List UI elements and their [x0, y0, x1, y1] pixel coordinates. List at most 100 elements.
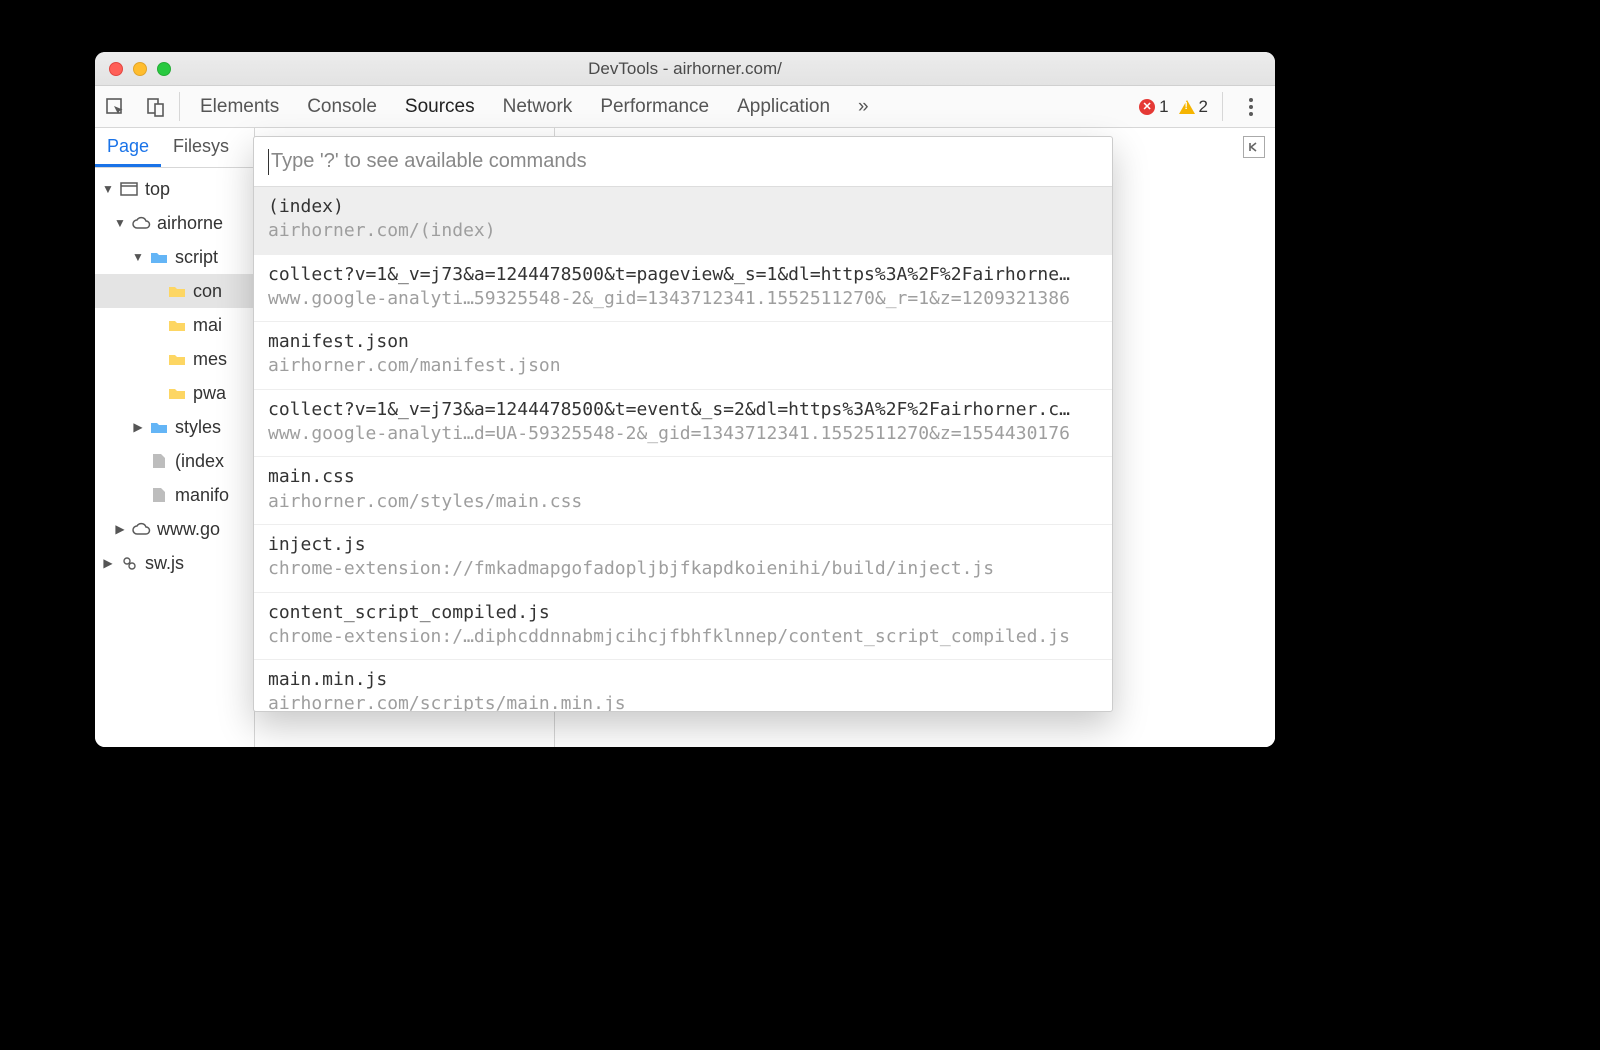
- subtab-page[interactable]: Page: [95, 128, 161, 167]
- tab-elements[interactable]: Elements: [200, 86, 279, 127]
- window-title: DevTools - airhorner.com/: [95, 59, 1275, 79]
- result-sub: www.google-analyti…59325548-2&_gid=13437…: [268, 287, 1098, 311]
- chevron-down-icon: ▼: [131, 250, 145, 264]
- tree-label: pwa: [193, 383, 226, 404]
- tree-label: con: [193, 281, 222, 302]
- cloud-icon: [131, 522, 151, 536]
- tree-manifest[interactable]: manifo: [95, 478, 254, 512]
- file-icon: [149, 453, 169, 469]
- result-title: manifest.json: [268, 330, 1098, 354]
- tree-file[interactable]: con: [95, 274, 254, 308]
- cloud-icon: [131, 216, 151, 230]
- tree-label: manifo: [175, 485, 229, 506]
- tabs-overflow[interactable]: »: [858, 86, 869, 127]
- command-placeholder: Type '?' to see available commands: [271, 150, 587, 173]
- chevron-right-icon: ▶: [113, 522, 127, 536]
- collapse-panel-icon[interactable]: [1243, 136, 1265, 158]
- tab-performance[interactable]: Performance: [600, 86, 709, 127]
- status-badges: ✕ 1 2: [1139, 86, 1275, 127]
- tab-console[interactable]: Console: [307, 86, 377, 127]
- inspect-icon[interactable]: [95, 86, 135, 127]
- traffic-lights: [95, 62, 171, 76]
- command-input[interactable]: Type '?' to see available commands: [254, 137, 1112, 187]
- close-icon[interactable]: [109, 62, 123, 76]
- chevron-right-icon: ▶: [131, 420, 145, 434]
- list-item[interactable]: content_script_compiled.js chrome-extens…: [254, 593, 1112, 661]
- subtab-filesystem[interactable]: Filesys: [161, 128, 241, 167]
- tree-file[interactable]: pwa: [95, 376, 254, 410]
- error-badge[interactable]: ✕ 1: [1139, 97, 1168, 117]
- error-count: 1: [1159, 97, 1168, 117]
- list-item[interactable]: manifest.json airhorner.com/manifest.jso…: [254, 322, 1112, 390]
- tree-label: styles: [175, 417, 221, 438]
- command-results: (index) airhorner.com/(index) collect?v=…: [254, 187, 1112, 711]
- file-tree[interactable]: ▼ top ▼ airhorne ▼ script con: [95, 168, 254, 747]
- file-icon: [149, 487, 169, 503]
- result-title: collect?v=1&_v=j73&a=1244478500&t=event&…: [268, 398, 1098, 422]
- list-item[interactable]: main.min.js airhorner.com/scripts/main.m…: [254, 660, 1112, 711]
- chevron-down-icon: ▼: [101, 182, 115, 196]
- result-sub: chrome-extension://fmkadmapgofadopljbjfk…: [268, 557, 1098, 581]
- tree-label: mes: [193, 349, 227, 370]
- result-title: main.min.js: [268, 668, 1098, 692]
- result-sub: airhorner.com/styles/main.css: [268, 490, 1098, 514]
- result-sub: airhorner.com/manifest.json: [268, 354, 1098, 378]
- result-sub: www.google-analyti…d=UA-59325548-2&_gid=…: [268, 422, 1098, 446]
- result-title: collect?v=1&_v=j73&a=1244478500&t=pagevi…: [268, 263, 1098, 287]
- result-title: content_script_compiled.js: [268, 601, 1098, 625]
- tab-sources[interactable]: Sources: [405, 86, 475, 127]
- list-item[interactable]: collect?v=1&_v=j73&a=1244478500&t=event&…: [254, 390, 1112, 458]
- folder-icon: [167, 284, 187, 298]
- tree-label: mai: [193, 315, 222, 336]
- devtools-tabs: Elements Console Sources Network Perform…: [95, 86, 1275, 128]
- result-title: main.css: [268, 465, 1098, 489]
- warning-badge[interactable]: 2: [1179, 97, 1208, 117]
- tab-list: Elements Console Sources Network Perform…: [190, 86, 879, 127]
- tree-label: top: [145, 179, 170, 200]
- chevron-right-icon: ▶: [101, 556, 115, 570]
- warning-icon: [1179, 100, 1195, 114]
- list-item[interactable]: inject.js chrome-extension://fmkadmapgof…: [254, 525, 1112, 593]
- tab-network[interactable]: Network: [503, 86, 573, 127]
- titlebar: DevTools - airhorner.com/: [95, 52, 1275, 86]
- command-palette: Type '?' to see available commands (inde…: [253, 136, 1113, 712]
- tree-label: (index: [175, 451, 224, 472]
- tree-sw[interactable]: ▶ sw.js: [95, 546, 254, 580]
- tree-file[interactable]: mai: [95, 308, 254, 342]
- device-icon[interactable]: [135, 86, 175, 127]
- error-icon: ✕: [1139, 99, 1155, 115]
- tree-styles[interactable]: ▶ styles: [95, 410, 254, 444]
- tree-label: script: [175, 247, 218, 268]
- list-item[interactable]: collect?v=1&_v=j73&a=1244478500&t=pagevi…: [254, 255, 1112, 323]
- tree-label: sw.js: [145, 553, 184, 574]
- zoom-icon[interactable]: [157, 62, 171, 76]
- result-sub: airhorner.com/scripts/main.min.js: [268, 692, 1098, 711]
- tree-label: airhorne: [157, 213, 223, 234]
- text-caret: [268, 149, 269, 175]
- chevron-down-icon: ▼: [113, 216, 127, 230]
- tree-google[interactable]: ▶ www.go: [95, 512, 254, 546]
- result-sub: chrome-extension:/…diphcddnnabmjcihcjfbh…: [268, 625, 1098, 649]
- window-icon: [119, 182, 139, 196]
- kebab-icon[interactable]: [1237, 98, 1265, 116]
- minimize-icon[interactable]: [133, 62, 147, 76]
- tree-file[interactable]: mes: [95, 342, 254, 376]
- folder-icon: [167, 318, 187, 332]
- folder-icon: [167, 386, 187, 400]
- tree-origin[interactable]: ▼ airhorne: [95, 206, 254, 240]
- tree-label: www.go: [157, 519, 220, 540]
- result-title: (index): [268, 195, 1098, 219]
- list-item[interactable]: main.css airhorner.com/styles/main.css: [254, 457, 1112, 525]
- list-item[interactable]: (index) airhorner.com/(index): [254, 187, 1112, 255]
- gear-icon: [119, 554, 139, 572]
- tab-application[interactable]: Application: [737, 86, 830, 127]
- tree-scripts[interactable]: ▼ script: [95, 240, 254, 274]
- folder-icon: [149, 250, 169, 264]
- sources-subtabs: Page Filesys: [95, 128, 254, 168]
- folder-icon: [149, 420, 169, 434]
- result-title: inject.js: [268, 533, 1098, 557]
- result-sub: airhorner.com/(index): [268, 219, 1098, 243]
- tree-top[interactable]: ▼ top: [95, 172, 254, 206]
- warning-count: 2: [1199, 97, 1208, 117]
- tree-index[interactable]: (index: [95, 444, 254, 478]
